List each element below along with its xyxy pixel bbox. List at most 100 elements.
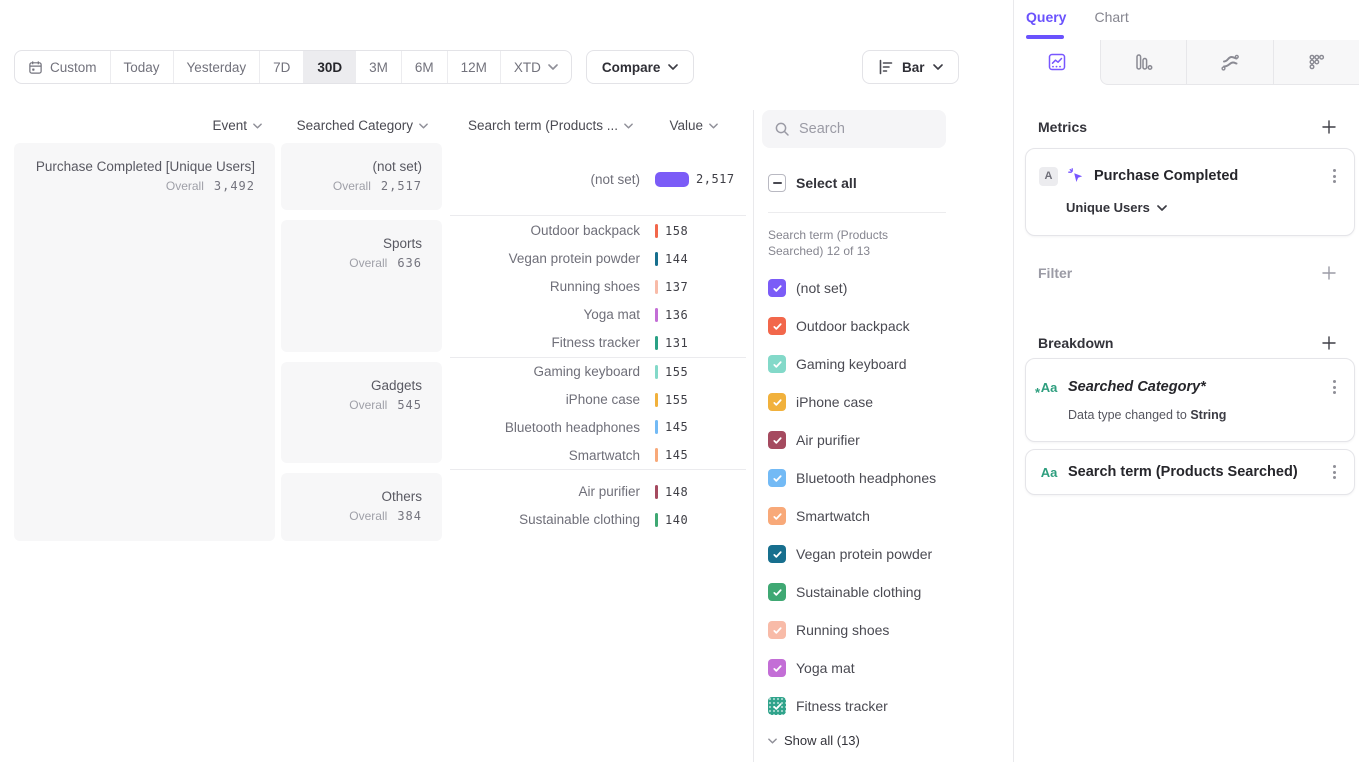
term-row[interactable]: Outdoor backpack 158 <box>450 217 746 245</box>
checkbox-checked-icon[interactable] <box>768 507 786 525</box>
term-row[interactable]: iPhone case 155 <box>450 386 746 414</box>
breakdown-card[interactable]: Aa* Searched Category* Data type changed… <box>1025 358 1355 442</box>
legend-item[interactable]: Smartwatch <box>768 497 968 535</box>
value-text: 140 <box>665 513 688 527</box>
tab-chart[interactable]: Chart <box>1094 9 1128 25</box>
checkbox-checked-icon[interactable] <box>768 621 786 639</box>
term-label: Vegan protein powder <box>450 251 640 266</box>
legend-item[interactable]: Outdoor backpack <box>768 307 968 345</box>
breakdown-heading: Breakdown <box>1038 335 1113 351</box>
tab-retention[interactable] <box>1273 40 1359 85</box>
value-bar <box>655 448 658 462</box>
date-range-xtd[interactable]: XTD <box>501 51 571 83</box>
category-cell[interactable]: (not set) Overall2,517 <box>281 143 442 210</box>
funnels-icon <box>1132 51 1154 73</box>
chart-type-button[interactable]: Bar <box>862 50 959 84</box>
value-text: 148 <box>665 485 688 499</box>
indeterminate-checkbox-icon[interactable] <box>768 174 786 192</box>
legend-item[interactable]: Gaming keyboard <box>768 345 968 383</box>
report-type-tabs <box>1014 40 1359 85</box>
checkbox-checked-icon[interactable] <box>768 659 786 677</box>
column-header-value[interactable]: Value <box>650 118 718 133</box>
add-filter-button[interactable] <box>1320 264 1338 282</box>
checkbox-checked-icon[interactable] <box>768 279 786 297</box>
legend-item[interactable]: Sustainable clothing <box>768 573 968 611</box>
text-type-icon: Aa* <box>1039 380 1059 395</box>
legend-item[interactable]: Fitness tracker <box>768 687 968 725</box>
value-bar <box>655 393 658 407</box>
value-bar <box>655 513 658 527</box>
category-name: Sports <box>281 236 422 251</box>
term-row[interactable]: Fitness tracker 131 <box>450 329 746 357</box>
term-row[interactable]: Vegan protein powder 144 <box>450 245 746 273</box>
term-row[interactable]: Bluetooth headphones 145 <box>450 414 746 442</box>
date-range-7d[interactable]: 7D <box>260 51 304 83</box>
term-label: Gaming keyboard <box>450 364 640 379</box>
column-header-event[interactable]: Event <box>14 118 262 133</box>
term-row[interactable]: Smartwatch 145 <box>450 441 746 469</box>
breakdown-card[interactable]: Aa Search term (Products Searched) <box>1025 449 1355 495</box>
legend-item[interactable]: (not set) <box>768 269 968 307</box>
tab-query[interactable]: Query <box>1026 9 1066 25</box>
checkbox-checked-icon[interactable] <box>768 469 786 487</box>
date-range-today[interactable]: Today <box>111 51 174 83</box>
date-range-custom[interactable]: Custom <box>15 51 111 83</box>
date-range-6m[interactable]: 6M <box>402 51 448 83</box>
flows-icon <box>1219 51 1241 73</box>
add-breakdown-button[interactable] <box>1320 334 1338 352</box>
term-row[interactable]: Air purifier 148 <box>450 478 746 506</box>
legend-list: (not set) Outdoor backpack Gaming keyboa… <box>768 269 968 725</box>
add-metric-button[interactable] <box>1320 118 1338 136</box>
breakdown-menu-button[interactable] <box>1329 461 1340 483</box>
term-label: Smartwatch <box>450 448 640 463</box>
legend-item[interactable]: iPhone case <box>768 383 968 421</box>
show-all-button[interactable]: Show all (13) <box>768 733 860 748</box>
legend-item[interactable]: Vegan protein powder <box>768 535 968 573</box>
checkbox-checked-icon[interactable] <box>768 583 786 601</box>
category-cell[interactable]: Sports Overall636 <box>281 220 442 352</box>
measure-selector[interactable]: Unique Users <box>1066 200 1340 215</box>
category-cell[interactable]: Gadgets Overall545 <box>281 362 442 463</box>
value-bar <box>655 308 658 322</box>
tab-flows[interactable] <box>1186 40 1273 85</box>
value-text: 144 <box>665 252 688 266</box>
checkbox-checked-icon[interactable] <box>768 393 786 411</box>
column-header-searched-category[interactable]: Searched Category <box>281 118 428 133</box>
term-row[interactable]: Sustainable clothing 140 <box>450 506 746 534</box>
tab-funnels[interactable] <box>1100 40 1187 85</box>
legend-search[interactable] <box>762 110 946 148</box>
category-cell[interactable]: Others Overall384 <box>281 473 442 541</box>
date-range-30d[interactable]: 30D <box>304 51 356 83</box>
legend-item[interactable]: Yoga mat <box>768 649 968 687</box>
term-row[interactable]: Gaming keyboard 155 <box>450 358 746 386</box>
search-input[interactable] <box>799 121 929 137</box>
column-header-search-term[interactable]: Search term (Products ... <box>450 118 633 133</box>
metric-card[interactable]: A Purchase Completed Unique Users <box>1025 148 1355 236</box>
date-range-12m[interactable]: 12M <box>448 51 501 83</box>
checkbox-checked-icon[interactable] <box>768 431 786 449</box>
value-text: 136 <box>665 308 688 322</box>
text-type-icon: Aa <box>1039 465 1059 480</box>
checkbox-checked-icon[interactable] <box>768 355 786 373</box>
legend-item[interactable]: Bluetooth headphones <box>768 459 968 497</box>
event-cell[interactable]: Purchase Completed [Unique Users] Overal… <box>14 143 275 541</box>
breakdown-menu-button[interactable] <box>1329 376 1340 398</box>
legend-item[interactable]: Air purifier <box>768 421 968 459</box>
checkbox-checked-icon[interactable] <box>768 317 786 335</box>
tab-insights[interactable] <box>1014 40 1100 85</box>
term-row[interactable]: (not set) 2,517 <box>450 165 746 193</box>
term-row[interactable]: Running shoes 137 <box>450 273 746 301</box>
metric-menu-button[interactable] <box>1329 165 1340 187</box>
date-range-yesterday[interactable]: Yesterday <box>174 51 261 83</box>
compare-button[interactable]: Compare <box>586 50 695 84</box>
checkbox-checked-icon[interactable] <box>768 545 786 563</box>
checkbox-checked-icon[interactable] <box>768 697 786 715</box>
legend-label: Bluetooth headphones <box>796 470 936 486</box>
overall-value: 545 <box>397 398 422 412</box>
active-tab-underline <box>1026 35 1064 39</box>
term-row[interactable]: Yoga mat 136 <box>450 301 746 329</box>
date-range-3m[interactable]: 3M <box>356 51 402 83</box>
legend-label: Gaming keyboard <box>796 356 907 372</box>
select-all[interactable]: Select all <box>768 174 857 192</box>
legend-item[interactable]: Running shoes <box>768 611 968 649</box>
